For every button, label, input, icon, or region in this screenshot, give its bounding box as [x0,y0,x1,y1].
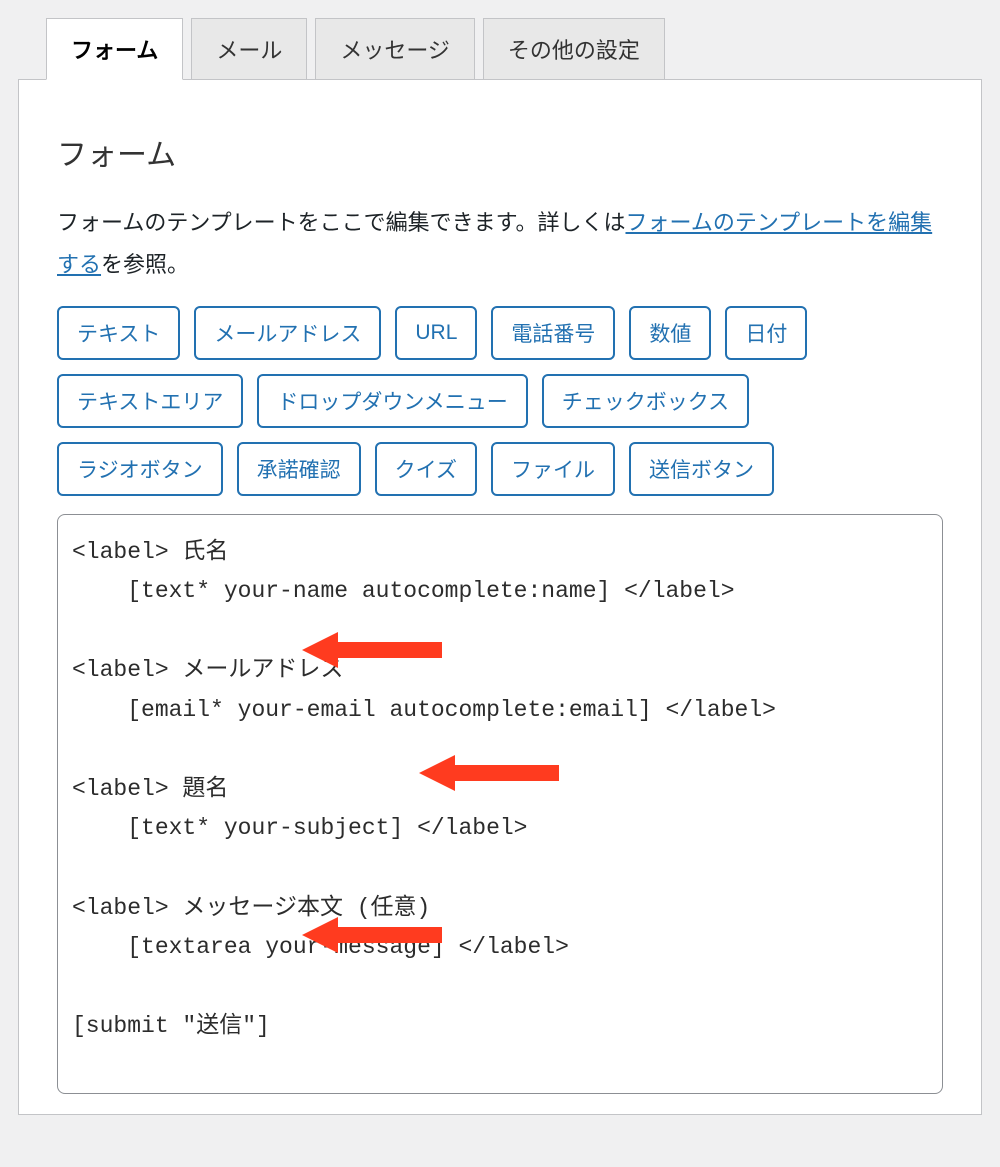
tag-submit-button[interactable]: 送信ボタン [629,442,774,496]
tag-acceptance-button[interactable]: 承諾確認 [237,442,361,496]
tag-quiz-button[interactable]: クイズ [375,442,477,496]
tag-buttons-row-1: テキスト メールアドレス URL 電話番号 数値 日付 [57,306,943,360]
tab-form[interactable]: フォーム [46,18,183,80]
tag-number-button[interactable]: 数値 [629,306,711,360]
panel-title: フォーム [57,130,943,174]
panel-description: フォームのテンプレートをここで編集できます。詳しくはフォームのテンプレートを編集… [57,202,943,286]
panel-desc-after: を参照。 [101,252,189,277]
form-template-textarea[interactable]: <label> 氏名 [text* your-name autocomplete… [57,514,943,1094]
tag-date-button[interactable]: 日付 [725,306,807,360]
tag-dropdown-button[interactable]: ドロップダウンメニュー [257,374,527,428]
tag-email-button[interactable]: メールアドレス [194,306,381,360]
tag-radio-button[interactable]: ラジオボタン [57,442,223,496]
tag-url-button[interactable]: URL [395,306,477,360]
tag-tel-button[interactable]: 電話番号 [491,306,615,360]
form-panel: フォーム フォームのテンプレートをここで編集できます。詳しくはフォームのテンプレ… [18,79,982,1115]
tag-checkbox-button[interactable]: チェックボックス [542,374,749,428]
tab-mail[interactable]: メール [191,18,307,80]
tabs-nav: フォーム メール メッセージ その他の設定 [46,18,982,80]
tab-other-settings[interactable]: その他の設定 [483,18,665,80]
tag-file-button[interactable]: ファイル [491,442,615,496]
tag-textarea-button[interactable]: テキストエリア [57,374,243,428]
tag-buttons-row-3: ラジオボタン 承諾確認 クイズ ファイル 送信ボタン [57,442,943,496]
tab-message[interactable]: メッセージ [315,18,475,80]
tag-text-button[interactable]: テキスト [57,306,180,360]
tag-buttons-row-2: テキストエリア ドロップダウンメニュー チェックボックス [57,374,943,428]
panel-desc-before: フォームのテンプレートをここで編集できます。詳しくは [57,210,625,235]
